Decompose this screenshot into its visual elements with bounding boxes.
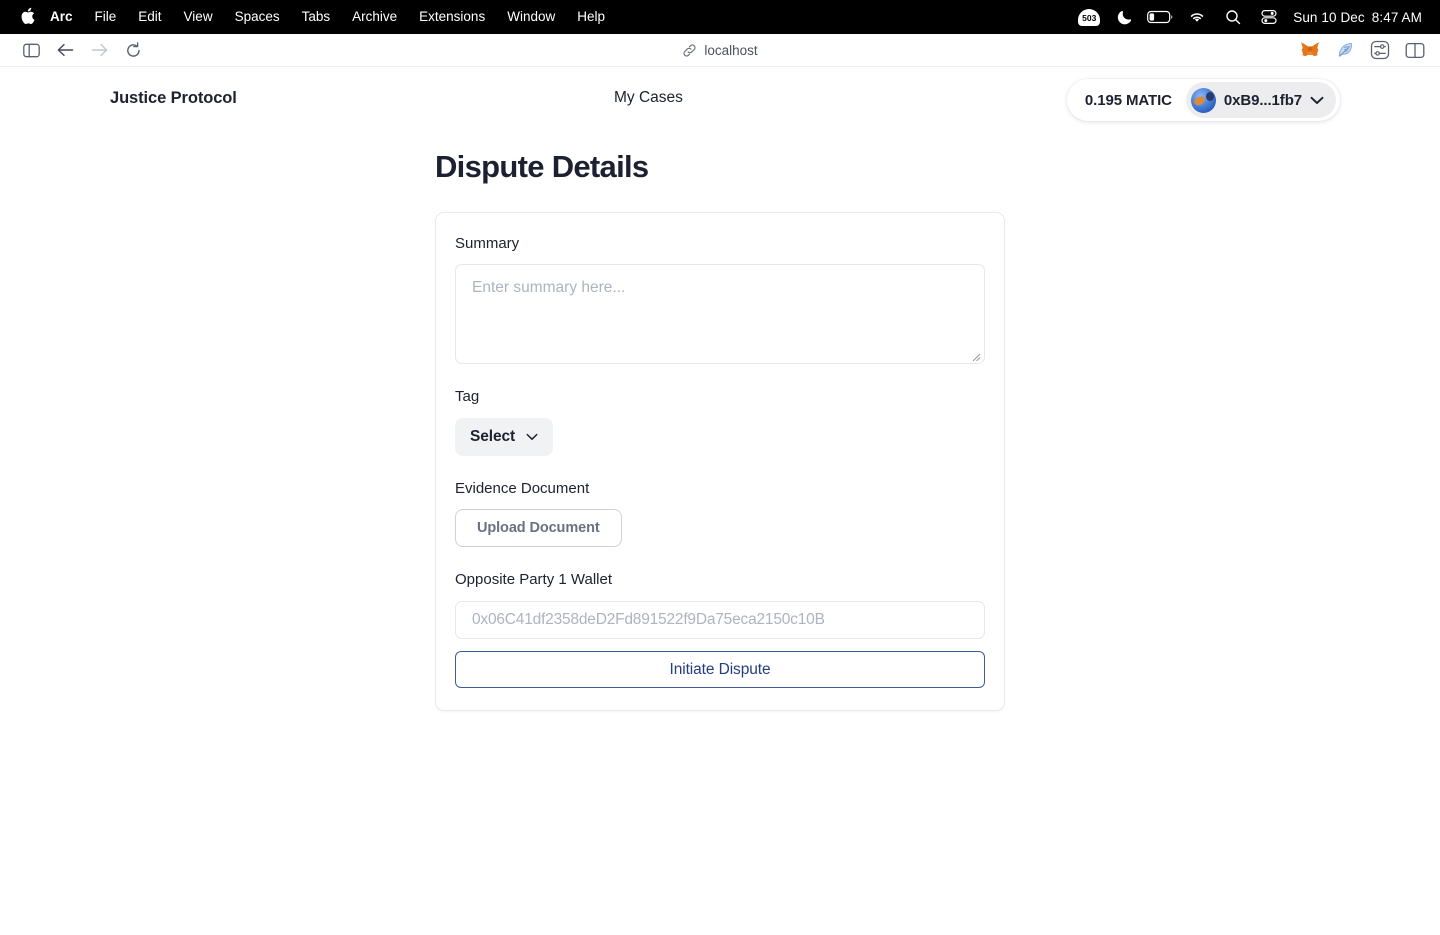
- wallet-pill: 0.195 MATIC 0xB9...1fb7: [1066, 79, 1340, 121]
- menu-item-archive[interactable]: Archive: [341, 0, 408, 34]
- wallet-account-button[interactable]: 0xB9...1fb7: [1185, 82, 1336, 118]
- clock-date: Sun 10 Dec: [1293, 9, 1365, 25]
- menu-item-help[interactable]: Help: [566, 0, 616, 34]
- wifi-icon[interactable]: [1179, 0, 1215, 34]
- upload-document-button[interactable]: Upload Document: [455, 509, 622, 547]
- menu-bar-items: Arc File Edit View Spaces Tabs Archive E…: [14, 0, 616, 34]
- menu-bar-status-items: 503 Sun 10 Dec 8:47 AM: [1071, 0, 1426, 34]
- menu-item-window[interactable]: Window: [496, 0, 566, 34]
- wallet-balance: 0.195 MATIC: [1084, 91, 1172, 109]
- sidebar-toggle-icon[interactable]: [14, 36, 48, 64]
- opposite-party-wallet-input[interactable]: [455, 601, 985, 639]
- menu-item-file[interactable]: File: [84, 0, 128, 34]
- chevron-down-icon: [526, 433, 538, 441]
- feather-icon[interactable]: [1334, 39, 1356, 61]
- clock-time: 8:47 AM: [1371, 9, 1422, 25]
- summary-input[interactable]: [455, 264, 985, 364]
- menu-item-view[interactable]: View: [173, 0, 224, 34]
- wallet-address: 0xB9...1fb7: [1223, 91, 1302, 109]
- macos-menu-bar: Arc File Edit View Spaces Tabs Archive E…: [0, 0, 1440, 34]
- app-brand[interactable]: Justice Protocol: [110, 89, 237, 108]
- metamask-fox-icon[interactable]: [1299, 39, 1321, 61]
- nav-link-my-cases[interactable]: My Cases: [614, 89, 683, 107]
- control-center-icon[interactable]: [1251, 0, 1287, 34]
- menu-bar-clock[interactable]: Sun 10 Dec 8:47 AM: [1287, 10, 1426, 25]
- url-display[interactable]: localhost: [0, 34, 1440, 66]
- summary-label: Summary: [455, 235, 520, 252]
- link-icon: [682, 43, 697, 58]
- evidence-document-label: Evidence Document: [455, 480, 590, 497]
- tab-counter-value: 503: [1082, 12, 1097, 23]
- search-icon[interactable]: [1215, 0, 1251, 34]
- chevron-down-icon: [1310, 96, 1324, 105]
- app-header: Justice Protocol My Cases 0.195 MATIC 0x…: [0, 67, 1440, 135]
- menu-item-tabs[interactable]: Tabs: [291, 0, 342, 34]
- forward-arrow-icon: [82, 36, 116, 64]
- initiate-dispute-button[interactable]: Initiate Dispute: [455, 651, 985, 688]
- summary-field-wrapper: [455, 264, 985, 364]
- reload-icon[interactable]: [116, 36, 150, 64]
- wallet-avatar-icon: [1190, 87, 1216, 113]
- split-view-icon[interactable]: [1404, 39, 1426, 61]
- sliders-icon[interactable]: [1369, 39, 1391, 61]
- browser-toolbar: localhost: [0, 34, 1440, 67]
- opposite-party-wallet-label: Opposite Party 1 Wallet: [455, 571, 613, 588]
- tag-label: Tag: [455, 388, 480, 405]
- url-text: localhost: [704, 42, 758, 58]
- apple-logo-icon[interactable]: [14, 7, 40, 27]
- moon-icon[interactable]: [1107, 0, 1143, 34]
- battery-icon[interactable]: [1143, 0, 1179, 34]
- menu-item-arc[interactable]: Arc: [40, 0, 84, 34]
- extension-icons: [1299, 39, 1426, 61]
- menu-item-extensions[interactable]: Extensions: [408, 0, 496, 34]
- menu-item-edit[interactable]: Edit: [127, 0, 172, 34]
- dispute-form-card: Summary Tag Select Evidence Do: [435, 212, 1005, 711]
- page-title: Dispute Details: [435, 149, 649, 184]
- menu-item-spaces[interactable]: Spaces: [224, 0, 291, 34]
- tag-select-value: Select: [470, 428, 516, 445]
- tab-counter-503-icon[interactable]: 503: [1071, 0, 1107, 34]
- page-content: Justice Protocol My Cases 0.195 MATIC 0x…: [0, 67, 1440, 935]
- tag-select-button[interactable]: Select: [455, 418, 554, 456]
- main-content: Dispute Details Summary Tag Select: [0, 135, 1440, 711]
- back-arrow-icon[interactable]: [48, 36, 82, 64]
